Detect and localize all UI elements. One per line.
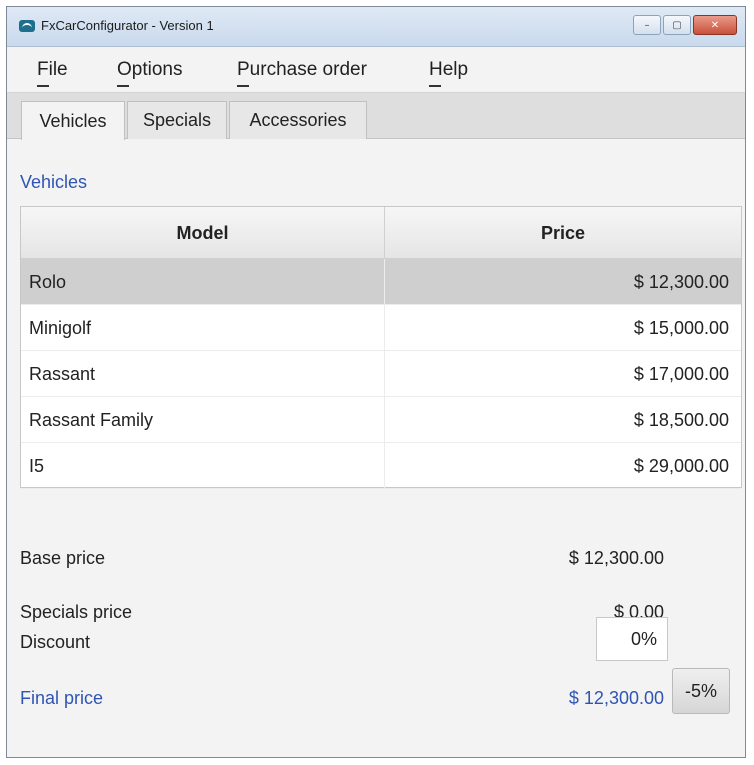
mnemonic-underline — [37, 85, 49, 87]
cell-model: Rassant — [21, 351, 385, 397]
discount-5-percent-button[interactable]: -5% — [672, 668, 730, 714]
final-price-value: $ 12,300.00 — [568, 688, 664, 708]
specials-price-label: Specials price — [20, 602, 133, 622]
tab-specials[interactable]: Specials — [127, 101, 227, 139]
column-header-model[interactable]: Model — [21, 207, 385, 259]
mnemonic-underline — [429, 85, 441, 87]
menu-purchase-order-label: Purchase order — [237, 59, 367, 80]
cell-model: Rassant Family — [21, 397, 385, 443]
cell-price: $ 12,300.00 — [633, 271, 729, 292]
app-icon — [19, 20, 35, 32]
table-row[interactable]: Rassant Family $ 18,500.00 — [21, 397, 741, 443]
table-header: Model Price — [21, 207, 741, 259]
discount-field[interactable] — [596, 617, 668, 661]
menu-file[interactable]: File — [37, 59, 68, 87]
menu-bar: File Options Purchase order Help — [7, 47, 745, 93]
vehicles-section-label: Vehicles — [20, 172, 88, 192]
mnemonic-underline — [117, 85, 129, 87]
discount-label: Discount — [20, 632, 91, 652]
cell-model: Rolo — [21, 259, 385, 305]
table-row[interactable]: I5 $ 29,000.00 — [21, 443, 741, 489]
table-row[interactable]: Rolo $ 12,300.00 — [21, 259, 741, 305]
cell-price: $ 15,000.00 — [633, 317, 729, 338]
menu-help-label: Help — [429, 59, 469, 80]
minimize-button[interactable]: – — [633, 15, 661, 35]
menu-help[interactable]: Help — [429, 59, 469, 87]
final-price-label: Final price — [20, 688, 104, 708]
table-row[interactable]: Minigolf $ 15,000.00 — [21, 305, 741, 351]
tab-bar: Vehicles Specials Accessories — [7, 93, 745, 140]
cell-model: I5 — [21, 443, 385, 489]
title-bar[interactable]: FxCarConfigurator - Version 1 – ▢ ✕ — [7, 7, 745, 47]
window-title: FxCarConfigurator - Version 1 — [41, 18, 214, 33]
cell-model: Minigolf — [21, 305, 385, 351]
menu-file-label: File — [37, 59, 68, 80]
menu-options[interactable]: Options — [117, 59, 183, 87]
base-price-value: $ 12,300.00 — [568, 548, 664, 568]
tab-vehicles[interactable]: Vehicles — [21, 101, 125, 140]
window-controls: – ▢ ✕ — [631, 15, 737, 35]
cell-price: $ 17,000.00 — [633, 363, 729, 384]
tab-accessories[interactable]: Accessories — [229, 101, 367, 139]
base-price-label: Base price — [20, 548, 106, 568]
mnemonic-underline — [237, 85, 249, 87]
vehicles-table: Model Price Rolo $ 12,300.00 Minigolf $ … — [20, 206, 742, 489]
cell-price: $ 18,500.00 — [633, 409, 729, 430]
table-row[interactable]: Rassant $ 17,000.00 — [21, 351, 741, 397]
menu-purchase-order[interactable]: Purchase order — [237, 59, 367, 87]
maximize-button[interactable]: ▢ — [663, 15, 691, 35]
menu-options-label: Options — [117, 59, 183, 80]
column-header-price[interactable]: Price — [385, 207, 741, 259]
cell-price: $ 29,000.00 — [633, 455, 729, 476]
close-button[interactable]: ✕ — [693, 15, 737, 35]
